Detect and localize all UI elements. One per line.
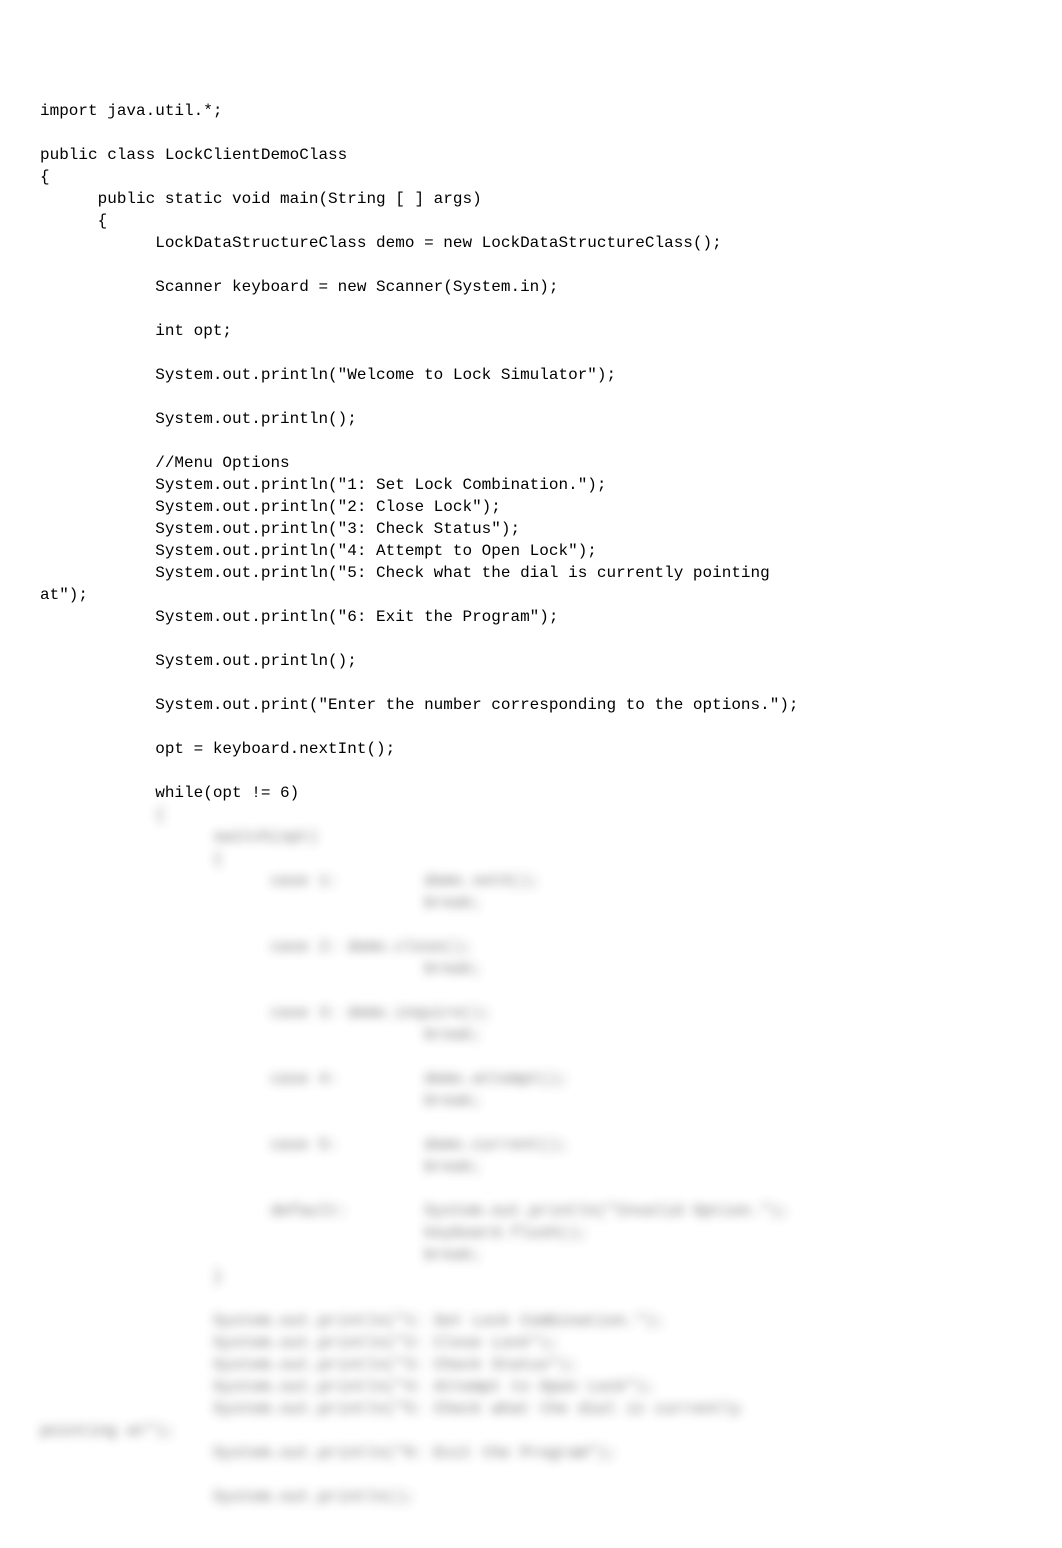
code-block-blurred: { switch(opt) { case 1: demo.setX(); bre… [40, 804, 1022, 1508]
document-page: import java.util.*; public class LockCli… [0, 0, 1062, 1548]
code-block-clear: import java.util.*; public class LockCli… [40, 100, 1022, 804]
